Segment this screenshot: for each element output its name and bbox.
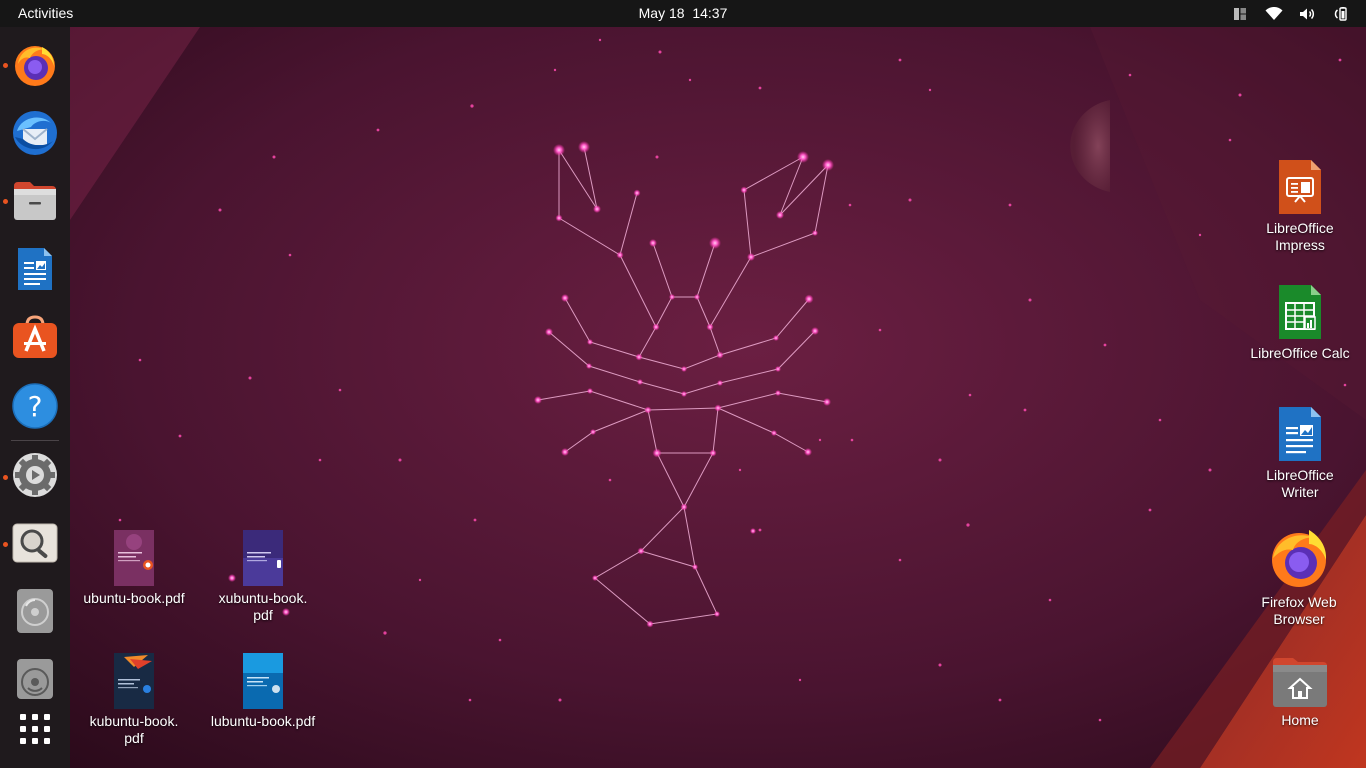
help-icon: ? xyxy=(12,383,58,429)
pdf-thumbnail-icon xyxy=(114,653,154,709)
desktop-launcher-home[interactable]: Home xyxy=(1245,656,1355,729)
disc-icon xyxy=(17,589,53,633)
desktop-launcher-label: LibreOffice Calc xyxy=(1250,345,1350,361)
dock-item-settings[interactable] xyxy=(9,449,61,501)
dock-item-screenshot[interactable] xyxy=(9,517,61,569)
dock-item-ubuntu-software[interactable] xyxy=(9,311,61,363)
running-indicator xyxy=(3,542,8,547)
desktop-launcher-label: Home xyxy=(1281,712,1319,728)
clock: May 18 14:37 xyxy=(0,0,1366,27)
software-store-icon xyxy=(13,315,57,358)
app-grid-icon xyxy=(20,714,50,744)
pdf-thumbnail-icon xyxy=(243,653,283,709)
desktop-launcher-libreoffice-calc[interactable]: LibreOffice Calc xyxy=(1245,283,1355,362)
home-folder-icon xyxy=(1273,658,1327,707)
show-applications-button[interactable] xyxy=(9,703,61,755)
desktop-file-label: lubuntu-book.pdf xyxy=(210,713,316,729)
desktop-file-xubuntu-book[interactable]: xubuntu-book. pdf xyxy=(208,530,318,624)
system-tray[interactable] xyxy=(1218,0,1354,27)
dock-item-files[interactable] xyxy=(9,175,61,227)
running-indicator xyxy=(3,63,8,68)
desktop-launcher-libreoffice-impress[interactable]: LibreOffice Impress xyxy=(1245,158,1355,254)
desktop-file-kubuntu-book[interactable]: kubuntu-book. pdf xyxy=(79,653,189,747)
dock: ? xyxy=(0,27,70,768)
dock-item-disc-2[interactable] xyxy=(9,653,61,705)
dock-item-help[interactable]: ? xyxy=(9,380,61,432)
impress-icon xyxy=(1279,160,1321,214)
dock-item-disc-1[interactable] xyxy=(9,585,61,637)
desktop-file-label: kubuntu-book. pdf xyxy=(89,713,179,746)
running-indicator xyxy=(3,475,8,480)
dock-item-thunderbird[interactable] xyxy=(9,107,61,159)
wallpaper-art xyxy=(0,0,1366,768)
svg-text:?: ? xyxy=(28,390,43,423)
pdf-thumbnail-icon xyxy=(114,530,154,586)
disc-icon xyxy=(17,659,53,699)
thunderbird-icon xyxy=(13,111,57,155)
top-bar: Activities May 18 14:37 xyxy=(0,0,1366,27)
firefox-icon xyxy=(15,46,55,86)
pdf-thumbnail-icon xyxy=(243,530,283,586)
dock-item-libreoffice-writer[interactable] xyxy=(9,243,61,295)
desktop-launcher-label: Firefox Web Browser xyxy=(1261,594,1337,627)
files-icon xyxy=(14,182,56,220)
desktop-wallpaper xyxy=(0,0,1366,768)
running-indicator xyxy=(3,199,8,204)
writer-icon xyxy=(18,248,52,290)
clock-button[interactable]: May 18 14:37 xyxy=(639,5,728,21)
activities-button[interactable]: Activities xyxy=(18,0,73,27)
desktop-launcher-libreoffice-writer[interactable]: LibreOffice Writer xyxy=(1245,405,1355,501)
dock-item-firefox[interactable] xyxy=(9,39,61,91)
desktop-launcher-label: LibreOffice Impress xyxy=(1266,220,1334,253)
writer-icon xyxy=(1279,407,1321,461)
settings-icon xyxy=(13,453,57,497)
desktop-file-ubuntu-book[interactable]: ubuntu-book.pdf xyxy=(79,530,189,607)
screenshot-icon xyxy=(12,523,58,563)
desktop-launcher-label: LibreOffice Writer xyxy=(1266,467,1334,500)
firefox-icon xyxy=(1272,530,1327,587)
calc-icon xyxy=(1279,285,1321,339)
dock-separator xyxy=(11,440,59,441)
wifi-icon[interactable] xyxy=(1262,0,1286,27)
window-layout-icon[interactable] xyxy=(1228,0,1252,27)
clock-time: 14:37 xyxy=(692,5,728,21)
battery-icon[interactable] xyxy=(1330,0,1354,27)
desktop-file-lubuntu-book[interactable]: lubuntu-book.pdf xyxy=(208,653,318,730)
volume-icon[interactable] xyxy=(1296,0,1320,27)
clock-date: May 18 xyxy=(638,5,685,21)
desktop-file-label: xubuntu-book. pdf xyxy=(218,590,308,623)
desktop-launcher-firefox[interactable]: Firefox Web Browser xyxy=(1244,528,1354,628)
desktop-file-label: ubuntu-book.pdf xyxy=(83,590,185,606)
